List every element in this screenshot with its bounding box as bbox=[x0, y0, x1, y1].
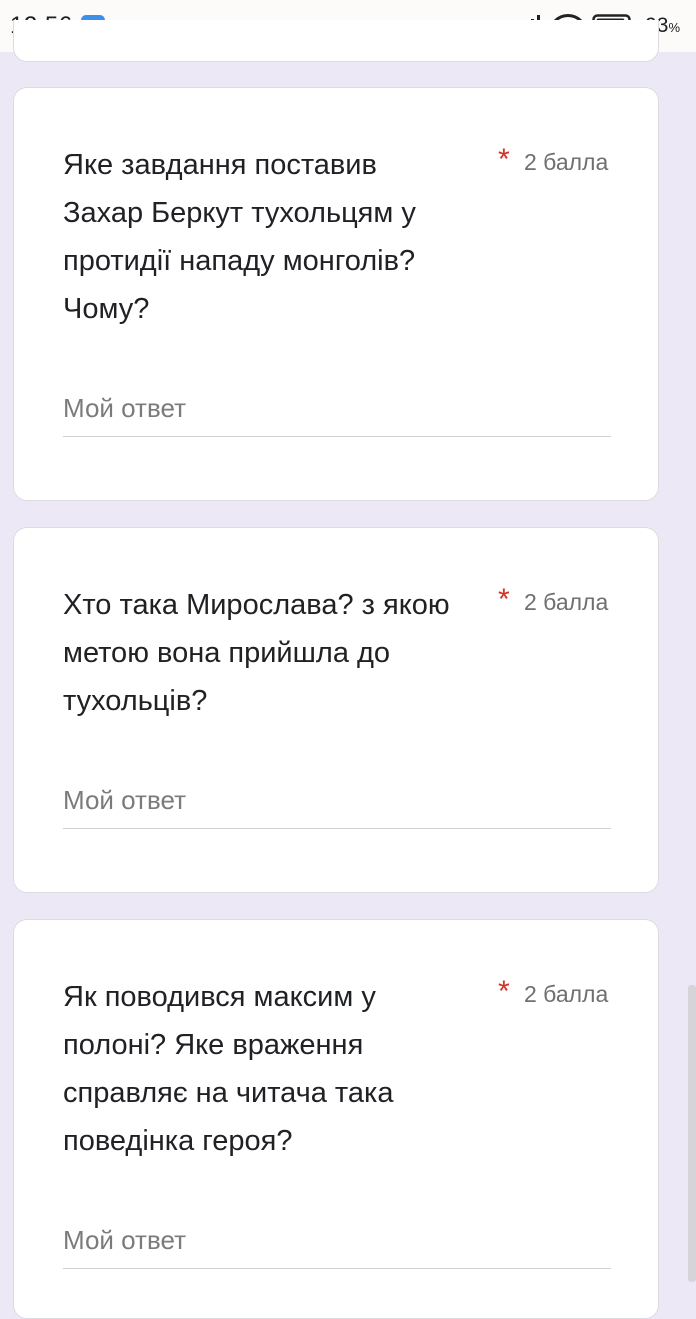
points-label: 2 балла bbox=[524, 981, 609, 1007]
points-label: 2 балла bbox=[524, 589, 609, 615]
answer-input[interactable] bbox=[63, 783, 611, 829]
question-text: Яке завдання поставив Захар Беркут тухол… bbox=[63, 149, 416, 325]
question-card: Яке завдання поставив Захар Беркут тухол… bbox=[13, 87, 659, 501]
previous-question-card bbox=[13, 20, 659, 62]
required-asterisk: * bbox=[498, 143, 510, 176]
scrollbar[interactable] bbox=[688, 985, 696, 1282]
question-card: Як поводився максим у полоні? Яке вражен… bbox=[13, 919, 659, 1319]
points-label: 2 балла bbox=[524, 149, 609, 175]
required-asterisk: * bbox=[498, 975, 510, 1008]
question-text: Хто така Мирослава? з якою метою вона пр… bbox=[63, 589, 450, 717]
answer-input[interactable] bbox=[63, 391, 611, 437]
question-card: Хто така Мирослава? з якою метою вона пр… bbox=[13, 527, 659, 893]
required-asterisk: * bbox=[498, 583, 510, 616]
question-text: Як поводився максим у полоні? Яке вражен… bbox=[63, 981, 394, 1157]
answer-input[interactable] bbox=[63, 1223, 611, 1269]
